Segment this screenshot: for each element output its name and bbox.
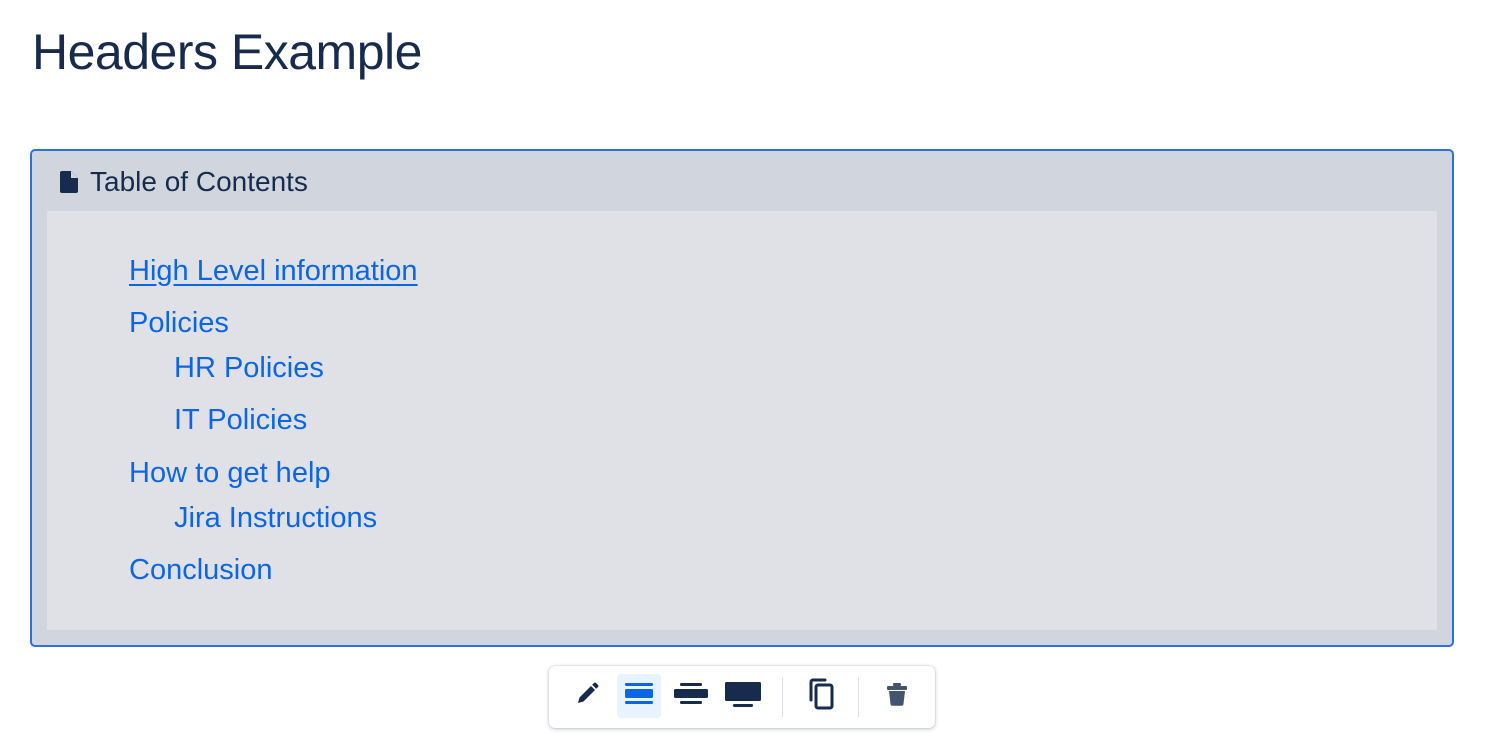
toc-macro[interactable]: Table of Contents High Level information… [30,149,1454,647]
page-title: Headers Example [32,24,422,80]
toc-link-how-to-get-help[interactable]: How to get help [129,455,331,491]
toolbar-separator [782,677,783,717]
toc-link-high-level-information[interactable]: High Level information [129,253,418,289]
trash-icon [885,681,909,712]
toc-macro-title: Table of Contents [90,166,308,197]
layout-full-width-icon [725,679,761,714]
toc-link-conclusion[interactable]: Conclusion [129,552,272,588]
toc-link-it-policies[interactable]: IT Policies [174,402,307,438]
edit-button[interactable] [565,674,609,718]
toc-link-hr-policies[interactable]: HR Policies [174,350,324,386]
layout-wide-icon [674,679,708,714]
macro-floating-toolbar [549,666,935,728]
layout-center-icon [624,679,654,714]
toc-link-policies[interactable]: Policies [129,305,229,341]
layout-wide-button[interactable] [669,674,713,718]
toc-macro-header: Table of Contents [60,165,308,199]
toc-list: High Level information Policies HR Polic… [47,211,1437,630]
copy-icon [806,677,836,716]
layout-full-width-button[interactable] [721,674,765,718]
pencil-icon [574,681,600,712]
delete-button[interactable] [875,674,919,718]
copy-button[interactable] [799,674,843,718]
toolbar-separator [858,677,859,717]
layout-center-button[interactable] [617,674,661,718]
toc-link-jira-instructions[interactable]: Jira Instructions [174,500,377,536]
document-icon [60,171,78,193]
